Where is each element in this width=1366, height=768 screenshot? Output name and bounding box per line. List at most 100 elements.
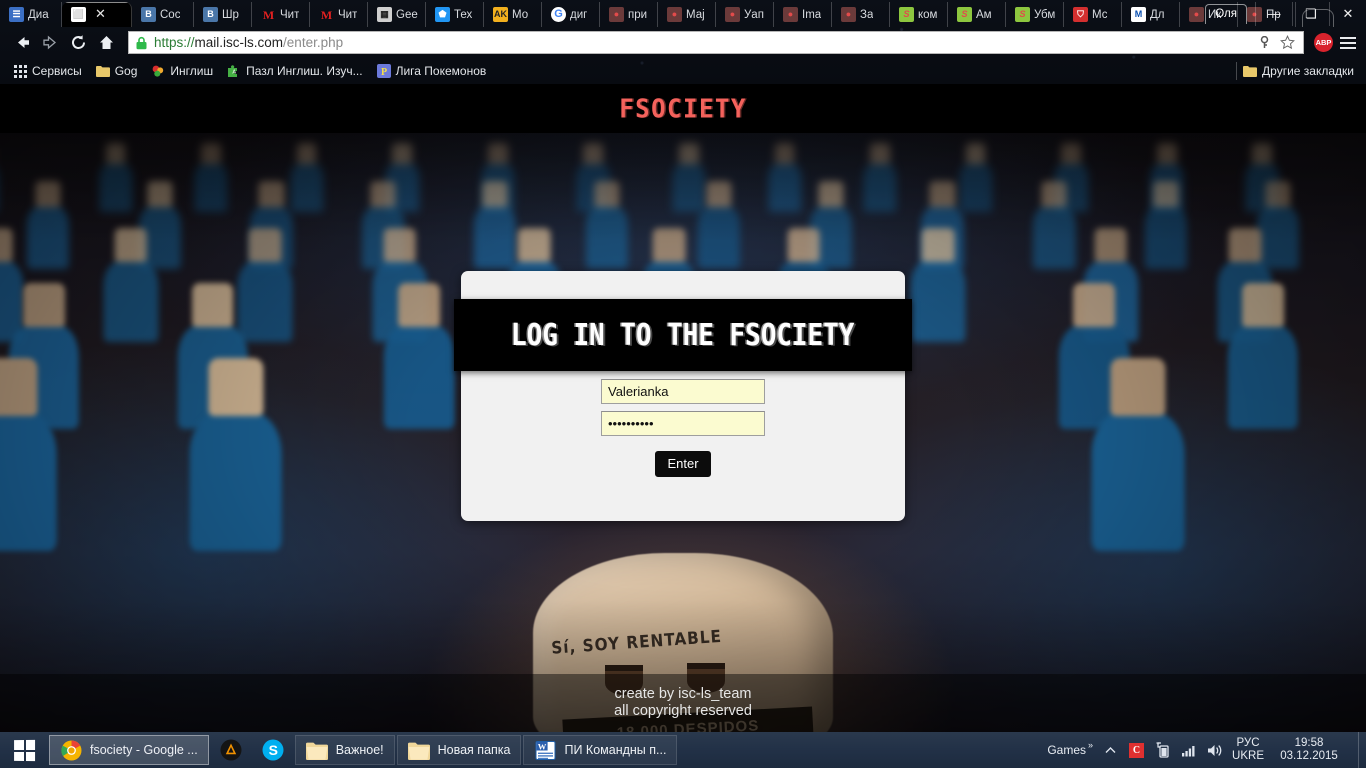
clock[interactable]: 19:58 03.12.2015 [1273,737,1345,763]
bookmark-label: Gog [114,64,138,78]
login-title: LOG IN TO THE FSOCIETY [511,317,855,353]
tab-title: За [860,8,874,21]
bookmark-label: Сервисы [32,64,82,78]
browser-tab[interactable]: В Сос [132,2,194,27]
browser-tab[interactable]: M Чит [252,2,310,27]
tab-title: при [628,8,648,21]
windows-logo-icon [13,739,35,761]
browser-tab[interactable]: ● при [600,2,658,27]
profile-name: Оля [1215,8,1237,20]
chrome-menu-icon[interactable] [1340,34,1356,52]
reload-button[interactable] [64,29,92,57]
navigation-bar: https://mail.isc-ls.com/enter.php ABP [0,27,1366,58]
battery-icon[interactable] [1154,742,1171,759]
tab-title: Тех [454,8,473,21]
volume-icon[interactable] [1206,742,1223,759]
close-button[interactable]: ✕ [1329,1,1366,26]
abp-label: ABP [1315,38,1332,47]
browser-tab[interactable]: ● Ima [774,2,832,27]
close-icon: ✕ [1342,5,1354,21]
bookmark-label: Лига Покемонов [395,64,487,78]
mail-ru-icon: M [320,7,333,22]
browser-tab[interactable]: ☰ Диа [0,2,62,27]
taskbar-item[interactable]: Новая папка [396,735,522,765]
browser-tab[interactable]: ⛉ Мс [1064,2,1122,27]
browser-tab[interactable]: M Чит [310,2,368,27]
key-icon[interactable] [1258,36,1271,49]
username-input[interactable] [601,379,765,404]
signal-icon[interactable] [1180,742,1197,759]
browser-tab[interactable]: ▦ Gee [368,2,426,27]
folder-icon [1243,64,1258,78]
clock-time: 19:58 [1294,737,1324,749]
page-footer: create by isc-ls_team all copyright rese… [0,674,1366,732]
star-icon[interactable] [1280,35,1295,50]
url-host: mail.isc-ls.com [194,35,284,50]
maximize-icon: ❏ [1305,5,1317,21]
folder-icon [407,739,430,761]
back-button[interactable] [8,29,36,57]
footer-line-2: all copyright reserved [614,703,752,719]
browser-tab[interactable]: M Дл [1122,2,1180,27]
minimize-button[interactable]: — [1255,1,1292,26]
hero-background-image: Sí, SOY RENTABLE 18.000 DESPIDOS LOG IN … [0,133,1366,732]
pokemon-icon: P [376,64,391,78]
tab-title: диг [570,8,588,21]
games-text: Games [1047,743,1087,757]
bookmark-item[interactable]: P Лига Покемонов [370,62,494,80]
show-hidden-icons-button[interactable] [1102,742,1119,759]
start-button[interactable] [0,732,48,768]
taskbar-items: fsociety - Google ... S Важное! Новая папка… [48,735,678,765]
browser-tab[interactable]: ● За [832,2,890,27]
word-icon: W [534,739,556,761]
browser-chrome: ☰ Диа ⬜ ✕ В Сос В Шр M Чит M Чит ▦ Gee ⬟ Тех AK Мо Gдиг ● пр… [0,0,1366,84]
profile-chip[interactable]: Оля [1205,3,1247,24]
bookmark-item[interactable]: Сервисы [6,62,89,80]
maximize-button[interactable]: ❏ [1292,1,1329,26]
adblock-plus-icon[interactable]: ABP [1314,33,1333,52]
site-title: FSOCIETY [619,93,747,124]
taskbar-item[interactable]: Важное! [294,735,395,765]
geek-week-icon: ▦ [377,7,392,22]
tab-title: Чит [338,8,358,21]
browser-tab[interactable]: ⬟ Тех [426,2,484,27]
browser-tab[interactable]: S Убм [1006,2,1064,27]
browser-tab[interactable]: Sком [890,2,948,27]
bookmark-item[interactable]: A Пазл Инглиш. Изуч... [220,62,369,80]
svg-text:S: S [268,742,277,758]
language-indicator[interactable]: РУС UKRE [1232,737,1264,763]
taskbar-item[interactable]: S [253,735,293,765]
home-button[interactable] [92,29,120,57]
other-bookmarks-button[interactable]: Другие закладки [1236,62,1360,80]
browser-tab[interactable]: ● Маj [658,2,716,27]
kinopoisk-icon: ● [667,7,682,22]
kinopoisk-icon: ● [609,7,624,22]
vk-icon: В [203,7,218,22]
url-path: /enter.php [283,35,344,50]
address-bar[interactable]: https://mail.isc-ls.com/enter.php [128,31,1304,54]
s-green-icon: S [1015,7,1030,22]
password-input[interactable] [601,411,765,436]
clock-date: 03.12.2015 [1280,750,1338,762]
comodo-icon[interactable]: C [1128,742,1145,759]
browser-tab[interactable]: AK Мо [484,2,542,27]
tray-games-label[interactable]: Games » [1047,740,1093,757]
enter-button[interactable]: Enter [655,451,711,477]
tab-close-icon[interactable]: ✕ [95,8,106,21]
browser-tab[interactable]: В Шр [194,2,252,27]
show-desktop-button[interactable] [1358,732,1366,768]
bookmarks-bar: Сервисы Gog Инглиш A Пазл Инглиш. Изуч... P Ли… [0,58,1366,84]
browser-tab[interactable]: ⬜ ✕ [62,2,132,27]
kinopoisk-icon: ● [841,7,856,22]
browser-tab[interactable]: ● Уап [716,2,774,27]
browser-tab[interactable]: Gдиг [542,2,600,27]
taskbar-item[interactable]: fsociety - Google ... [49,735,209,765]
browser-tab[interactable]: S Ам [948,2,1006,27]
bookmark-item[interactable]: Инглиш [144,62,220,80]
taskbar-item[interactable] [211,735,251,765]
forward-button[interactable] [36,29,64,57]
chrome-icon [60,739,82,761]
taskbar-item[interactable]: W ПИ Командны п... [523,735,678,765]
bookmark-item[interactable]: Gog [89,62,145,80]
login-card-header: LOG IN TO THE FSOCIETY [454,299,912,371]
